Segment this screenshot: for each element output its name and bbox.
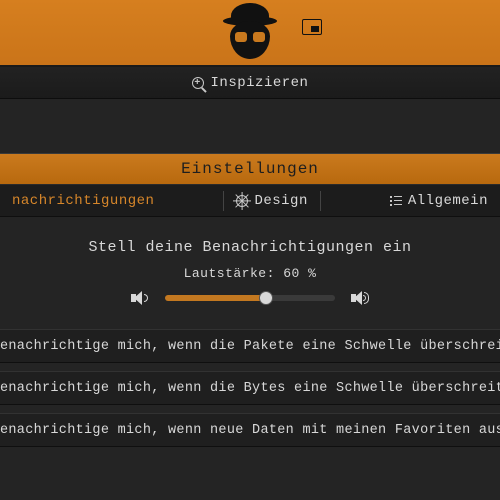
list-icon: [390, 196, 402, 206]
top-bar: [0, 0, 500, 67]
option-favorites-data[interactable]: enachrichtige mich, wenn neue Daten mit …: [0, 413, 500, 447]
settings-title: Einstellungen: [0, 153, 500, 185]
tab-design[interactable]: Design: [224, 185, 319, 216]
notifications-subtitle: Stell deine Benachrichtigungen ein: [0, 239, 500, 256]
inspect-label: Inspizieren: [211, 75, 309, 91]
volume-label: Lautstärke: 60 %: [0, 266, 500, 281]
settings-content: Stell deine Benachrichtigungen ein Lauts…: [0, 217, 500, 447]
tabs: nachrichtigungen Design Allgemein: [0, 185, 500, 217]
tab-notifications[interactable]: nachrichtigungen: [0, 185, 166, 216]
volume-slider[interactable]: [165, 295, 335, 301]
sun-icon: [236, 195, 248, 207]
option-packets-threshold[interactable]: enachrichtige mich, wenn die Pakete eine…: [0, 329, 500, 363]
notification-options: enachrichtige mich, wenn die Pakete eine…: [0, 329, 500, 447]
app-logo: [221, 3, 279, 61]
tab-general[interactable]: Allgemein: [378, 185, 500, 216]
picture-in-picture-icon[interactable]: [302, 19, 322, 35]
volume-slider-row: [0, 289, 500, 307]
inspect-button[interactable]: Inspizieren: [0, 67, 500, 99]
volume-low-icon[interactable]: [131, 289, 149, 307]
magnify-plus-icon: [192, 77, 204, 89]
volume-high-icon[interactable]: [351, 289, 369, 307]
option-bytes-threshold[interactable]: enachrichtige mich, wenn die Bytes eine …: [0, 371, 500, 405]
